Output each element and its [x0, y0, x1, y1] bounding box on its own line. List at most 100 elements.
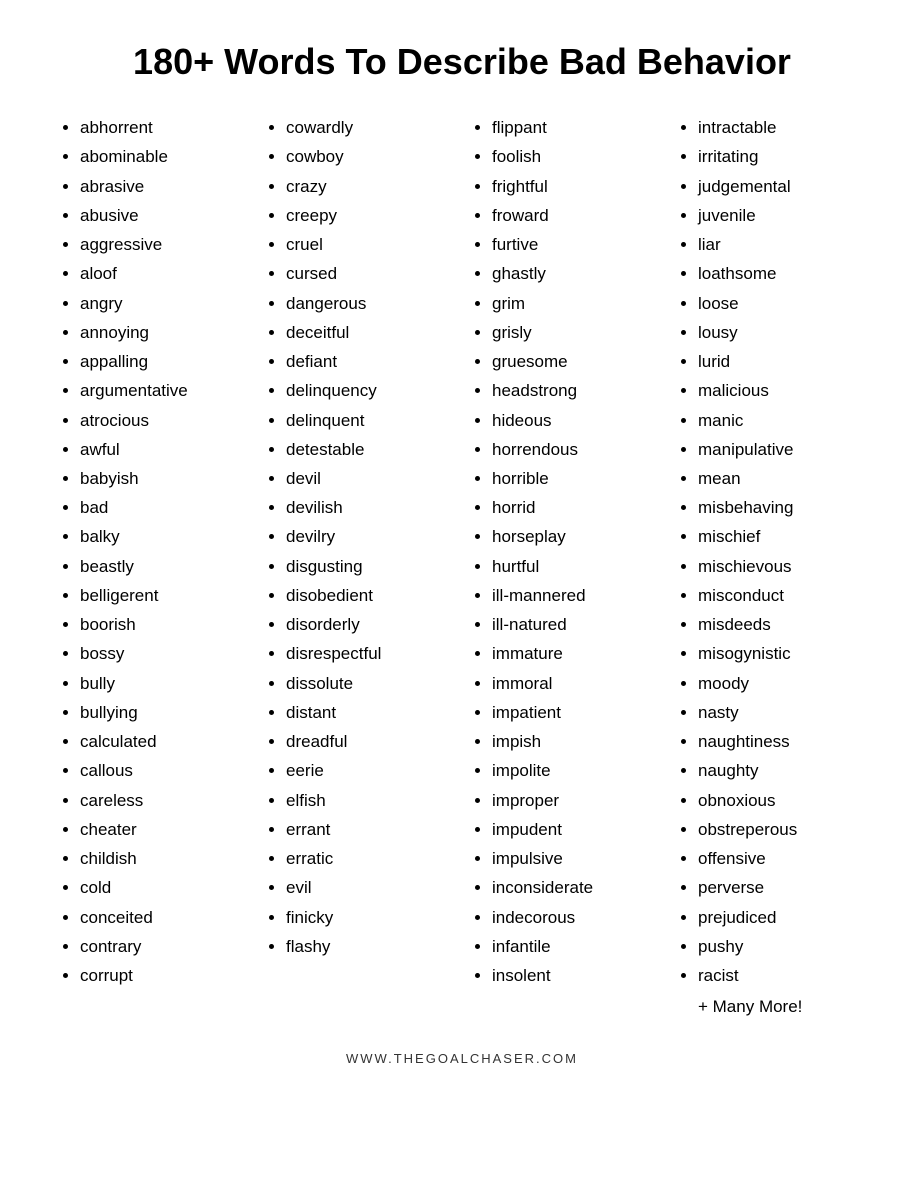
list-item: crazy	[286, 172, 452, 201]
list-item: appalling	[80, 347, 246, 376]
list-item: misdeeds	[698, 610, 864, 639]
list-item: dissolute	[286, 669, 452, 698]
list-item: defiant	[286, 347, 452, 376]
list-item: intractable	[698, 113, 864, 142]
list-item: beastly	[80, 552, 246, 581]
list-item: impudent	[492, 815, 658, 844]
list-item: insolent	[492, 961, 658, 990]
column-2: cowardlycowboycrazycreepycruelcurseddang…	[256, 113, 462, 1021]
list-item: errant	[286, 815, 452, 844]
list-item: manipulative	[698, 435, 864, 464]
list-item: nasty	[698, 698, 864, 727]
list-item: perverse	[698, 873, 864, 902]
list-item: cold	[80, 873, 246, 902]
list-item: abrasive	[80, 172, 246, 201]
footer: WWW.THEGOALCHASER.COM	[50, 1051, 874, 1066]
list-item: impolite	[492, 756, 658, 785]
list-item: infantile	[492, 932, 658, 961]
list-item: cheater	[80, 815, 246, 844]
list-item: erratic	[286, 844, 452, 873]
list-item: ill-mannered	[492, 581, 658, 610]
list-item: disorderly	[286, 610, 452, 639]
list-item: conceited	[80, 903, 246, 932]
list-item: dangerous	[286, 289, 452, 318]
more-text: + Many More!	[698, 992, 864, 1021]
list-item: childish	[80, 844, 246, 873]
page-title: 180+ Words To Describe Bad Behavior	[50, 40, 874, 83]
list-item: moody	[698, 669, 864, 698]
list-item: lousy	[698, 318, 864, 347]
list-item: prejudiced	[698, 903, 864, 932]
list-item: bullying	[80, 698, 246, 727]
list-item: devilry	[286, 522, 452, 551]
list-item: evil	[286, 873, 452, 902]
list-item: dreadful	[286, 727, 452, 756]
list-item: disgusting	[286, 552, 452, 581]
list-item: lurid	[698, 347, 864, 376]
list-item: horrendous	[492, 435, 658, 464]
list-item: bossy	[80, 639, 246, 668]
list-item: grim	[492, 289, 658, 318]
list-item: improper	[492, 786, 658, 815]
list-item: malicious	[698, 376, 864, 405]
list-item: calculated	[80, 727, 246, 756]
list-item: contrary	[80, 932, 246, 961]
list-item: balky	[80, 522, 246, 551]
list-item: frightful	[492, 172, 658, 201]
list-item: angry	[80, 289, 246, 318]
list-item: immature	[492, 639, 658, 668]
list-item: deceitful	[286, 318, 452, 347]
list-item: aloof	[80, 259, 246, 288]
list-item: foolish	[492, 142, 658, 171]
list-item: cowardly	[286, 113, 452, 142]
list-item: inconsiderate	[492, 873, 658, 902]
list-item: delinquent	[286, 406, 452, 435]
list-item: finicky	[286, 903, 452, 932]
list-item: gruesome	[492, 347, 658, 376]
list-item: argumentative	[80, 376, 246, 405]
list-item: cowboy	[286, 142, 452, 171]
list-item: mean	[698, 464, 864, 493]
list-item: elfish	[286, 786, 452, 815]
list-item: obstreperous	[698, 815, 864, 844]
list-item: ill-natured	[492, 610, 658, 639]
list-item: bad	[80, 493, 246, 522]
list-item: callous	[80, 756, 246, 785]
list-item: disobedient	[286, 581, 452, 610]
list-item: boorish	[80, 610, 246, 639]
list-item: babyish	[80, 464, 246, 493]
list-item: misbehaving	[698, 493, 864, 522]
list-item: racist	[698, 961, 864, 990]
list-item: abusive	[80, 201, 246, 230]
list-item: impulsive	[492, 844, 658, 873]
list-item: froward	[492, 201, 658, 230]
list-item: delinquency	[286, 376, 452, 405]
list-item: mischievous	[698, 552, 864, 581]
list-item: headstrong	[492, 376, 658, 405]
list-item: indecorous	[492, 903, 658, 932]
list-item: abominable	[80, 142, 246, 171]
list-item: judgemental	[698, 172, 864, 201]
column-3: flippantfoolishfrightfulfrowardfurtivegh…	[462, 113, 668, 1021]
list-item: cruel	[286, 230, 452, 259]
list-item: horseplay	[492, 522, 658, 551]
list-item: horrible	[492, 464, 658, 493]
list-item: flippant	[492, 113, 658, 142]
list-item: misconduct	[698, 581, 864, 610]
list-item: furtive	[492, 230, 658, 259]
column-4: intractableirritatingjudgementaljuvenile…	[668, 113, 874, 1021]
column-1: abhorrentabominableabrasiveabusiveaggres…	[50, 113, 256, 1021]
list-item: atrocious	[80, 406, 246, 435]
list-item: juvenile	[698, 201, 864, 230]
list-item: hideous	[492, 406, 658, 435]
list-item: obnoxious	[698, 786, 864, 815]
list-item: distant	[286, 698, 452, 727]
list-item: mischief	[698, 522, 864, 551]
list-item: naughty	[698, 756, 864, 785]
list-item: devilish	[286, 493, 452, 522]
list-item: eerie	[286, 756, 452, 785]
list-item: flashy	[286, 932, 452, 961]
list-item: annoying	[80, 318, 246, 347]
columns-container: abhorrentabominableabrasiveabusiveaggres…	[50, 113, 874, 1021]
list-item: cursed	[286, 259, 452, 288]
